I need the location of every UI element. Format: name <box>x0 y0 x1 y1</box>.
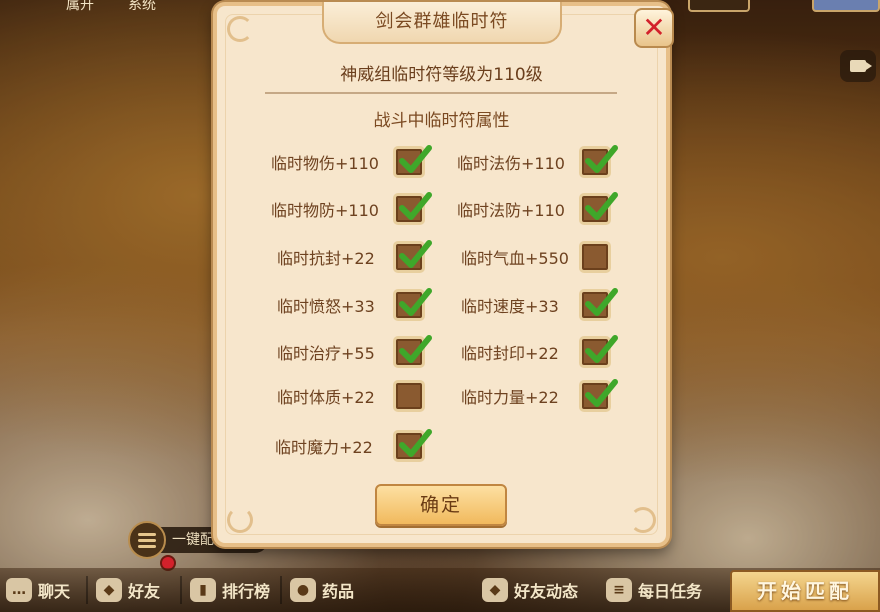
attr-checkbox[interactable] <box>579 145 618 178</box>
attr-label: 临时法伤+110 <box>457 154 565 173</box>
checkmark-icon <box>585 288 618 316</box>
checkmark-icon <box>585 145 618 173</box>
friends-label: 好友 <box>128 582 161 601</box>
friends-icon: ◆ <box>96 578 122 602</box>
divider <box>265 92 617 94</box>
attr-label: 临时法防+110 <box>457 201 565 220</box>
attr-checkbox[interactable] <box>393 335 432 368</box>
attr-checkbox[interactable] <box>393 288 432 321</box>
attr-checkbox[interactable] <box>579 288 618 321</box>
top-avatar-box[interactable] <box>812 0 880 12</box>
attr-label: 临时物伤+110 <box>271 154 379 173</box>
medicine-pouch-icon: ● <box>290 578 316 602</box>
camera-icon <box>850 60 872 72</box>
attr-label: 临时愤怒+33 <box>277 297 375 316</box>
friend-updates-button[interactable]: ◆ 好友动态 <box>482 568 578 612</box>
friend-updates-icon: ◆ <box>482 578 508 602</box>
medicine-button[interactable]: ● 药品 <box>290 568 354 612</box>
attr-checkbox[interactable] <box>393 192 432 225</box>
attr-label: 临时魔力+22 <box>275 438 373 457</box>
attr-label: 临时速度+33 <box>461 297 559 316</box>
checkmark-icon <box>585 192 618 220</box>
chat-icon: … <box>6 578 32 602</box>
corner-swirl-icon <box>227 16 253 42</box>
checkmark-icon <box>399 192 432 220</box>
chat-label: 聊天 <box>38 582 71 601</box>
attr-checkbox[interactable] <box>393 240 432 273</box>
start-match-button[interactable]: 开始匹配 <box>730 570 880 612</box>
corner-swirl-icon <box>630 507 656 533</box>
attr-label: 临时气血+550 <box>461 249 569 268</box>
bottom-separator <box>86 576 88 604</box>
checkmark-icon <box>585 335 618 363</box>
medicine-label: 药品 <box>322 582 355 601</box>
friends-button[interactable]: ◆ 好友 <box>96 568 160 612</box>
scroll-icon: ≡ <box>606 578 632 602</box>
video-record-button[interactable] <box>840 50 876 82</box>
checkmark-icon <box>399 335 432 363</box>
list-icon <box>128 521 166 559</box>
dialog-title: 剑会群雄临时符 <box>322 2 562 44</box>
checkmark-icon <box>585 379 618 407</box>
checkmark-icon <box>399 145 432 173</box>
corner-swirl-icon <box>227 507 253 533</box>
attr-checkbox[interactable] <box>393 380 425 412</box>
daily-tasks-label: 每日任务 <box>638 582 703 601</box>
top-hint-left: 属开 <box>66 0 94 13</box>
confirm-button[interactable]: 确定 <box>375 484 507 526</box>
attr-checkbox[interactable] <box>579 335 618 368</box>
ranking-label: 排行榜 <box>222 582 271 601</box>
temp-charm-dialog: 剑会群雄临时符 ✕ 神威组临时符等级为110级 战斗中临时符属性 临时物伤+11… <box>213 2 674 547</box>
close-button[interactable]: ✕ <box>634 8 674 48</box>
ranking-button[interactable]: ▮ 排行榜 <box>190 568 270 612</box>
bottom-separator <box>180 576 182 604</box>
attr-label: 临时体质+22 <box>277 388 375 407</box>
attr-label: 临时封印+22 <box>461 344 559 363</box>
charm-level-text: 神威组临时符等级为110级 <box>340 65 543 85</box>
attr-label: 临时抗封+22 <box>277 249 375 268</box>
chat-button[interactable]: … 聊天 <box>6 568 70 612</box>
checkmark-icon <box>399 240 432 268</box>
attr-checkbox[interactable] <box>579 241 611 273</box>
top-hint-right: 系统 <box>128 0 156 13</box>
top-menu-box[interactable] <box>688 0 750 12</box>
checkmark-icon <box>399 288 432 316</box>
attr-checkbox[interactable] <box>393 145 432 178</box>
attr-checkbox[interactable] <box>579 192 618 225</box>
friend-updates-label: 好友动态 <box>514 582 579 601</box>
bottom-separator <box>280 576 282 604</box>
attr-label: 临时物防+110 <box>271 201 379 220</box>
attr-checkbox[interactable] <box>393 429 432 462</box>
daily-tasks-button[interactable]: ≡ 每日任务 <box>606 568 702 612</box>
close-icon: ✕ <box>642 11 666 44</box>
ranking-icon: ▮ <box>190 578 216 602</box>
attr-label: 临时力量+22 <box>461 388 559 407</box>
section-title: 战斗中临时符属性 <box>373 111 510 131</box>
attr-label: 临时治疗+55 <box>277 344 375 363</box>
checkmark-icon <box>399 429 432 457</box>
attr-checkbox[interactable] <box>579 379 618 412</box>
